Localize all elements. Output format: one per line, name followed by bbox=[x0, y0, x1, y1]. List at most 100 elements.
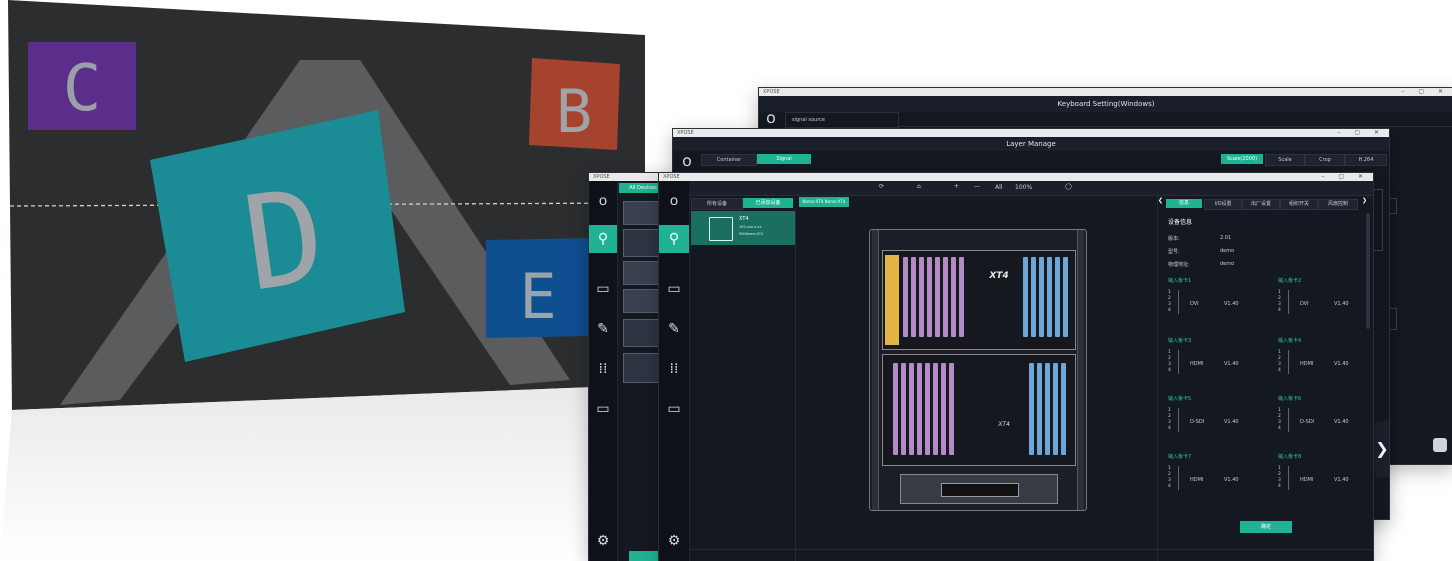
chevron-right-icon[interactable]: ❯ bbox=[1362, 197, 1367, 204]
monitor-icon[interactable]: ▭ bbox=[589, 275, 617, 303]
app-name: XPOSE bbox=[663, 174, 680, 180]
tab-crop[interactable]: Crop bbox=[1305, 154, 1345, 166]
settings-icon[interactable]: ⚙ bbox=[659, 527, 689, 555]
lower-chassis: XT4 bbox=[882, 354, 1076, 466]
sidebar: ꧆ ⚲ ▭ ✎ ⁞⁞ ▭ ⚙ bbox=[659, 181, 690, 561]
tab-all-devices[interactable]: 所有设备 bbox=[691, 198, 743, 210]
titlebar: XPOSE bbox=[759, 88, 1452, 96]
window-controls[interactable]: – ▢ ✕ bbox=[1401, 88, 1449, 96]
edit-icon[interactable]: ✎ bbox=[589, 315, 617, 343]
edit-icon[interactable] bbox=[1433, 438, 1447, 452]
list-item[interactable] bbox=[623, 353, 663, 383]
input-type: HDMI bbox=[1190, 477, 1204, 483]
window-controls[interactable]: – ▢ ✕ bbox=[1321, 173, 1369, 181]
port-numbers: 1234 bbox=[1168, 290, 1171, 313]
input-card-6: 输入板卡6 1234 D-SDI V1.40 bbox=[1278, 395, 1373, 447]
logo-icon: ꧆ bbox=[682, 151, 692, 170]
brand-label-small: XT4 bbox=[998, 421, 1010, 428]
list-item[interactable] bbox=[623, 201, 663, 225]
tab-scale[interactable]: Scale bbox=[1265, 154, 1305, 166]
device-icon[interactable]: ▭ bbox=[659, 395, 689, 423]
lock-icon[interactable]: ⌂ bbox=[917, 183, 921, 190]
port-numbers: 1234 bbox=[1278, 408, 1281, 431]
port-numbers: 1234 bbox=[1278, 466, 1281, 489]
device-manage-window: XPOSE – ▢ ✕ ꧆ ⚲ ▭ ✎ ⁞⁞ ▭ ⚙ ⟳ ⌂ + — All 1… bbox=[658, 172, 1374, 561]
input-card-7: 输入板卡7 1234 HDMI V1.40 bbox=[1168, 453, 1268, 505]
input-version: V1.40 bbox=[1224, 361, 1239, 367]
input-card-name: 输入板卡1 bbox=[1168, 278, 1192, 284]
titlebar: XPOSE bbox=[589, 173, 669, 181]
input-type: DVI bbox=[1190, 301, 1199, 307]
list-item[interactable] bbox=[623, 261, 663, 285]
confirm-button[interactable]: 确定 bbox=[1240, 521, 1292, 533]
input-card-1: 输入板卡1 1234 DVI V1.40 bbox=[1168, 277, 1268, 329]
app-name: XPOSE bbox=[677, 130, 694, 136]
tab-fan[interactable]: 风扇控制 bbox=[1318, 199, 1358, 210]
info-title: 设备信息 bbox=[1168, 219, 1193, 226]
grid-icon[interactable]: ⁞⁞ bbox=[659, 355, 689, 383]
input-card-name: 输入板卡4 bbox=[1278, 338, 1302, 344]
list-item[interactable] bbox=[623, 289, 663, 313]
tab-signal[interactable]: Signal bbox=[757, 154, 811, 164]
tab-h264[interactable]: H.264 bbox=[1345, 154, 1387, 166]
window-title: Layer Manage bbox=[673, 137, 1389, 151]
label-e: E bbox=[519, 260, 556, 333]
all-button[interactable]: All bbox=[995, 184, 1002, 191]
app-name: XPOSE bbox=[763, 89, 780, 95]
input-type: HDMI bbox=[1300, 477, 1314, 483]
info-value: demo bbox=[1220, 261, 1235, 267]
chevron-right-icon[interactable]: ❯ bbox=[1375, 421, 1389, 477]
monitor-icon[interactable]: ▭ bbox=[659, 275, 689, 303]
device-list-item[interactable]: XT4 192.xxx.x.xx SN:Name:XT4 bbox=[691, 211, 795, 245]
brand-label: XT4 bbox=[989, 271, 1009, 281]
led-wall-display: C B D E bbox=[0, 0, 660, 560]
toolbar: ⟳ ⌂ + — All 100% ◯ bbox=[689, 181, 1373, 196]
port-numbers: 1234 bbox=[1168, 350, 1171, 373]
input-type: D-SDI bbox=[1300, 419, 1315, 425]
label-c: C bbox=[63, 52, 102, 126]
fit-icon[interactable]: ◯ bbox=[1065, 183, 1072, 190]
tab-factory[interactable]: 出厂设置 bbox=[1242, 199, 1280, 210]
port-numbers: 1234 bbox=[1168, 408, 1171, 431]
rack-chassis[interactable]: XT4 XT4 bbox=[869, 229, 1087, 511]
settings-icon[interactable]: ⚙ bbox=[589, 527, 617, 555]
input-type: HDMI bbox=[1190, 361, 1204, 367]
search-icon[interactable]: ⚲ bbox=[659, 225, 689, 253]
logo-icon: ꧆ bbox=[766, 108, 776, 127]
device-icon[interactable]: ▭ bbox=[589, 395, 617, 423]
device-info-panel: ❮ 信息 I/O设置 出厂设置 组织开关 风扇控制 ❯ 设备信息 版本: 2.0… bbox=[1157, 195, 1372, 561]
input-version: V1.40 bbox=[1224, 477, 1239, 483]
input-card-name: 输入板卡5 bbox=[1168, 396, 1192, 402]
tab-scale-2000[interactable]: Scale(2000) bbox=[1221, 154, 1263, 164]
list-item[interactable] bbox=[623, 229, 663, 257]
zoom-out-button[interactable]: — bbox=[974, 183, 980, 190]
tab-container[interactable]: Container bbox=[701, 154, 757, 166]
sidebar: ꧆ ⚲ ▭ ✎ ⁞⁞ ▭ ⚙ bbox=[589, 181, 618, 561]
info-value: 2.01 bbox=[1220, 235, 1232, 241]
info-key: 版本: bbox=[1168, 236, 1180, 242]
input-type: HDMI bbox=[1300, 361, 1314, 367]
edit-icon[interactable]: ✎ bbox=[659, 315, 689, 343]
list-item[interactable] bbox=[623, 319, 663, 347]
search-icon[interactable]: ⚲ bbox=[589, 225, 617, 253]
tab-io[interactable]: I/O设置 bbox=[1204, 199, 1242, 210]
chevron-left-icon[interactable]: ❮ bbox=[1158, 197, 1163, 204]
input-card-3: 输入板卡3 1234 HDMI V1.40 bbox=[1168, 337, 1268, 389]
port-numbers: 1234 bbox=[1278, 290, 1281, 313]
grid-icon[interactable]: ⁞⁞ bbox=[589, 355, 617, 383]
tab-info[interactable]: 信息 bbox=[1166, 199, 1202, 208]
device-thumb-list bbox=[623, 201, 663, 383]
input-version: V1.40 bbox=[1224, 419, 1239, 425]
input-version: V1.40 bbox=[1334, 361, 1349, 367]
refresh-icon[interactable]: ⟳ bbox=[879, 183, 884, 190]
input-type: DVI bbox=[1300, 301, 1309, 307]
yellow-card bbox=[885, 255, 899, 345]
port-numbers: 1234 bbox=[1278, 350, 1281, 373]
titlebar: XPOSE bbox=[659, 173, 1373, 181]
logo-icon: ꧆ bbox=[669, 192, 679, 209]
zoom-in-button[interactable]: + bbox=[954, 183, 959, 190]
tab-switch[interactable]: 组织开关 bbox=[1280, 199, 1318, 210]
tab-added-devices[interactable]: 已添加设备 bbox=[743, 198, 793, 208]
input-card-name: 输入板卡6 bbox=[1278, 396, 1302, 402]
window-controls[interactable]: – ▢ ✕ bbox=[1337, 129, 1385, 137]
